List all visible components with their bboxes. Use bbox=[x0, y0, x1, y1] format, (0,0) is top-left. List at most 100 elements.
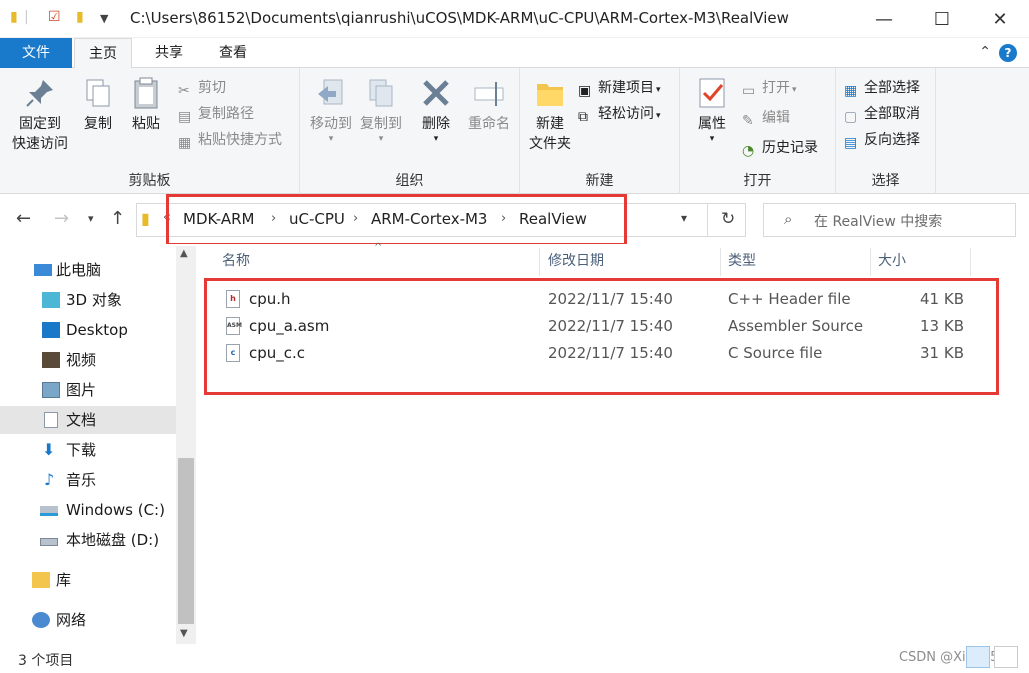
pin-to-quick-access-button[interactable]: 固定到 快速访问 bbox=[8, 76, 72, 154]
move-to-button[interactable]: 移动到 ▾ bbox=[306, 76, 356, 144]
cut-button[interactable]: ✂ 剪切 bbox=[178, 78, 226, 99]
column-header-name[interactable]: 名称 bbox=[222, 250, 250, 270]
select-none-button[interactable]: ▢ 全部取消 bbox=[844, 104, 920, 125]
highlight-box-files bbox=[204, 278, 999, 395]
tab-share[interactable]: 共享 bbox=[140, 38, 198, 68]
collapse-ribbon-icon[interactable]: ⌃ bbox=[979, 44, 991, 60]
search-box[interactable]: ⌕ 在 RealView 中搜索 bbox=[763, 203, 1016, 237]
chevron-down-icon: ▾ bbox=[792, 85, 797, 95]
group-label-clipboard: 剪贴板 bbox=[128, 173, 171, 189]
chevron-down-icon: ▾ bbox=[709, 134, 715, 144]
chevron-down-icon: ▾ bbox=[378, 134, 384, 144]
nav-item-drive-d[interactable]: 本地磁盘 (D:) bbox=[0, 526, 176, 554]
select-all-icon: ▦ bbox=[844, 83, 858, 99]
properties-button[interactable]: 属性 ▾ bbox=[690, 76, 734, 144]
quick-access-dropdown-icon[interactable]: ▼ bbox=[100, 12, 108, 25]
pin-icon bbox=[26, 80, 53, 107]
window-title-path: C:\Users\86152\Documents\qianrushi\uCOS\… bbox=[130, 9, 789, 27]
nav-item-downloads[interactable]: ⬇ 下载 bbox=[0, 436, 176, 464]
scroll-up-icon[interactable]: ▲ bbox=[180, 248, 188, 259]
nav-item-music[interactable]: ♪ 音乐 bbox=[0, 466, 176, 494]
copy-button[interactable]: 复制 bbox=[78, 76, 118, 134]
folder-icon: ▮ bbox=[141, 209, 150, 228]
scissors-icon: ✂ bbox=[178, 83, 190, 99]
delete-button[interactable]: 删除 ▾ bbox=[418, 76, 454, 144]
back-arrow-icon[interactable]: ← bbox=[16, 208, 31, 229]
nav-item-3d-objects[interactable]: 3D 对象 bbox=[0, 286, 176, 314]
recent-locations-chevron-icon[interactable]: ▾ bbox=[88, 212, 94, 225]
easy-access-button[interactable]: ⧉ 轻松访问 ▾ bbox=[578, 104, 661, 126]
select-none-icon: ▢ bbox=[844, 109, 858, 125]
help-icon[interactable]: ? bbox=[999, 44, 1017, 62]
large-icons-view-button[interactable] bbox=[994, 646, 1018, 668]
address-dropdown-icon[interactable]: ▾ bbox=[681, 211, 687, 225]
up-arrow-icon[interactable]: ↑ bbox=[110, 208, 125, 229]
nav-item-network[interactable]: 网络 bbox=[0, 606, 176, 634]
nav-item-desktop[interactable]: Desktop bbox=[0, 316, 176, 344]
invert-selection-button[interactable]: ▤ 反向选择 bbox=[844, 130, 920, 151]
nav-item-videos[interactable]: 视频 bbox=[0, 346, 176, 374]
group-label-open: 打开 bbox=[743, 173, 772, 189]
close-button[interactable]: ✕ bbox=[971, 0, 1029, 38]
group-label-select: 选择 bbox=[871, 173, 900, 189]
scroll-down-icon[interactable]: ▼ bbox=[180, 628, 188, 639]
group-organize: 移动到 ▾ 复制到 ▾ 删除 ▾ 重命名 组织 bbox=[300, 68, 520, 194]
copy-to-button[interactable]: 复制到 ▾ bbox=[356, 76, 406, 144]
nav-scrollbar[interactable]: ▲ ▼ bbox=[176, 246, 196, 644]
nav-item-this-pc[interactable]: 此电脑 bbox=[0, 256, 176, 284]
maximize-button[interactable]: ☐ bbox=[913, 0, 971, 38]
refresh-icon[interactable]: ↻ bbox=[721, 209, 735, 229]
invert-selection-icon: ▤ bbox=[844, 135, 858, 151]
column-divider[interactable] bbox=[720, 248, 721, 276]
open-button[interactable]: ▭ 打开 ▾ bbox=[742, 78, 797, 100]
new-folder-button[interactable]: 新建 文件夹 bbox=[526, 76, 574, 154]
minimize-button[interactable]: — bbox=[855, 0, 913, 38]
status-bar: 3 个项目 CSDN @Xiumi543 bbox=[0, 644, 1029, 673]
computer-icon bbox=[34, 264, 52, 276]
edit-button[interactable]: ✎ 编辑 bbox=[742, 108, 790, 129]
sort-indicator-icon: ^ bbox=[374, 242, 383, 253]
hard-drive-icon bbox=[40, 538, 58, 546]
rename-button[interactable]: 重命名 bbox=[464, 76, 514, 134]
properties-quick-icon[interactable]: ☑ bbox=[48, 9, 61, 25]
new-folder-quick-icon[interactable]: ▮ bbox=[76, 9, 84, 25]
column-header-size[interactable]: 大小 bbox=[878, 250, 906, 270]
scrollbar-thumb[interactable] bbox=[178, 458, 194, 624]
details-view-button[interactable] bbox=[966, 646, 990, 668]
column-divider[interactable] bbox=[539, 248, 540, 276]
desktop-icon bbox=[42, 322, 60, 338]
column-divider[interactable] bbox=[970, 248, 971, 276]
forward-arrow-icon[interactable]: → bbox=[54, 208, 69, 229]
column-header-date[interactable]: 修改日期 bbox=[548, 250, 604, 270]
nav-item-documents[interactable]: 文档 bbox=[0, 406, 176, 434]
copy-path-button[interactable]: ▤ 复制路径 bbox=[178, 104, 254, 125]
copy-icon bbox=[86, 79, 110, 107]
paste-shortcut-button[interactable]: ▦ 粘贴快捷方式 bbox=[178, 130, 282, 151]
ribbon: 固定到 快速访问 复制 粘贴 ✂ 剪切 ▤ 复制路径 ▦ 粘贴快捷方式 剪贴板 … bbox=[0, 68, 1029, 194]
copy-to-icon bbox=[369, 79, 393, 107]
properties-check-icon bbox=[699, 78, 725, 108]
copy-path-icon: ▤ bbox=[178, 109, 192, 125]
nav-item-pictures[interactable]: 图片 bbox=[0, 376, 176, 404]
nav-item-drive-c[interactable]: Windows (C:) bbox=[0, 496, 176, 524]
tab-file[interactable]: 文件 bbox=[0, 38, 72, 68]
paste-button[interactable]: 粘贴 bbox=[126, 76, 166, 134]
delete-x-icon bbox=[423, 80, 449, 106]
ribbon-tabs: 文件 主页 共享 查看 ⌃ ? bbox=[0, 38, 1029, 69]
new-item-button[interactable]: ▣ 新建项目 ▾ bbox=[578, 78, 661, 100]
item-count: 3 个项目 bbox=[18, 653, 74, 669]
group-select: ▦ 全部选择 ▢ 全部取消 ▤ 反向选择 选择 bbox=[836, 68, 936, 194]
move-to-icon bbox=[318, 79, 343, 105]
rename-icon bbox=[474, 82, 504, 106]
tab-view[interactable]: 查看 bbox=[204, 38, 262, 68]
column-header-type[interactable]: 类型 bbox=[728, 250, 756, 270]
column-divider[interactable] bbox=[870, 248, 871, 276]
history-button[interactable]: ◔ 历史记录 bbox=[742, 138, 818, 159]
chevron-down-icon: ▾ bbox=[328, 134, 334, 144]
tab-home[interactable]: 主页 bbox=[74, 38, 132, 69]
separator: | bbox=[24, 9, 29, 25]
edit-icon: ✎ bbox=[742, 113, 754, 129]
select-all-button[interactable]: ▦ 全部选择 bbox=[844, 78, 920, 99]
nav-item-libraries[interactable]: 库 bbox=[0, 566, 176, 594]
navigation-pane: 此电脑 3D 对象 Desktop 视频 图片 文档 ⬇ 下载 ♪ 音乐 Win… bbox=[0, 244, 196, 644]
